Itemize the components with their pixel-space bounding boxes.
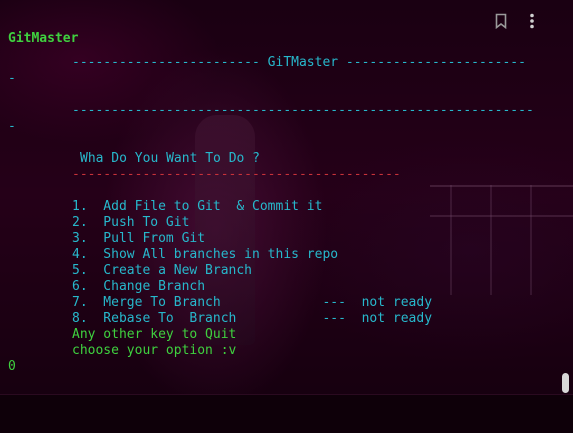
menu-item: 3. Pull From Git — [72, 231, 206, 246]
choose-prompt: choose your option :v — [72, 343, 237, 358]
menu-item: 6. Change Branch — [72, 279, 206, 294]
app-label: GitMaster — [8, 31, 79, 46]
prompt-title: Wha Do You Want To Do ? — [80, 151, 261, 166]
scrollbar-thumb[interactable] — [562, 373, 569, 393]
menu-item: 7. Merge To Branch --- not ready — [72, 295, 433, 310]
banner-wrap: - — [8, 71, 16, 86]
banner-wrap: - — [8, 119, 16, 134]
menu-item: 8. Rebase To Branch --- not ready — [72, 311, 433, 326]
terminal-input[interactable]: 0 — [8, 359, 16, 375]
banner-bottom: ----------------------------------------… — [72, 103, 534, 118]
menu-item: 4. Show All branches in this repo — [72, 247, 339, 262]
banner-top: ------------------------ GiTMaster -----… — [72, 55, 526, 70]
menu-item: 2. Push To Git — [72, 215, 190, 230]
prompt-rule: ----------------------------------------… — [72, 167, 401, 182]
menu-item: 5. Create a New Branch — [72, 263, 253, 278]
quit-hint: Any other key to Quit — [72, 327, 237, 342]
terminal-output: GitMaster ------------------------ GiTMa… — [0, 0, 573, 432]
bottom-bar — [0, 394, 573, 433]
menu-item: 1. Add File to Git & Commit it — [72, 199, 323, 214]
